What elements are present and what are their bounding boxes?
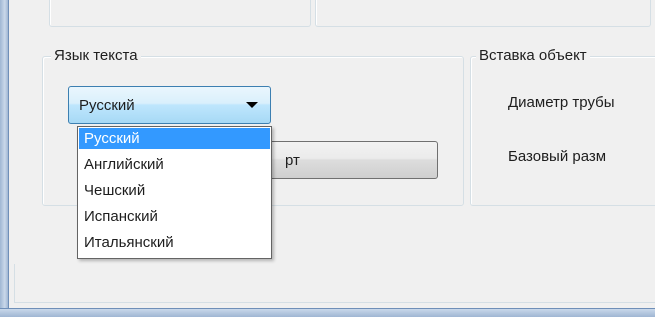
language-combobox-value: Русский [79, 97, 135, 114]
chevron-down-icon[interactable] [246, 102, 258, 108]
language-option[interactable]: Испанский [79, 206, 270, 227]
language-option[interactable]: Чешский [79, 180, 270, 201]
export-button[interactable]: рт [248, 141, 438, 179]
text-language-legend: Язык текста [51, 47, 141, 64]
insert-object-legend: Вставка объект [476, 47, 590, 64]
export-button-label: рт [285, 152, 300, 169]
outer-frame [14, 264, 655, 303]
base-size-label: Базовый разм [508, 148, 607, 165]
language-option[interactable]: Итальянский [79, 232, 270, 253]
language-dropdown-list: Русский Английский Чешский Испанский Ита… [77, 126, 272, 259]
pipe-diameter-label: Диаметр трубы [508, 94, 615, 111]
window-left-border [0, 0, 9, 317]
top-left-panel [49, 0, 311, 27]
language-combobox[interactable]: Русский [68, 86, 271, 124]
language-option[interactable]: Английский [79, 154, 270, 175]
window-bottom-border [0, 308, 655, 317]
insert-object-group: Вставка объект [470, 47, 655, 206]
top-right-panel [315, 0, 651, 27]
language-option[interactable]: Русский [79, 128, 270, 149]
